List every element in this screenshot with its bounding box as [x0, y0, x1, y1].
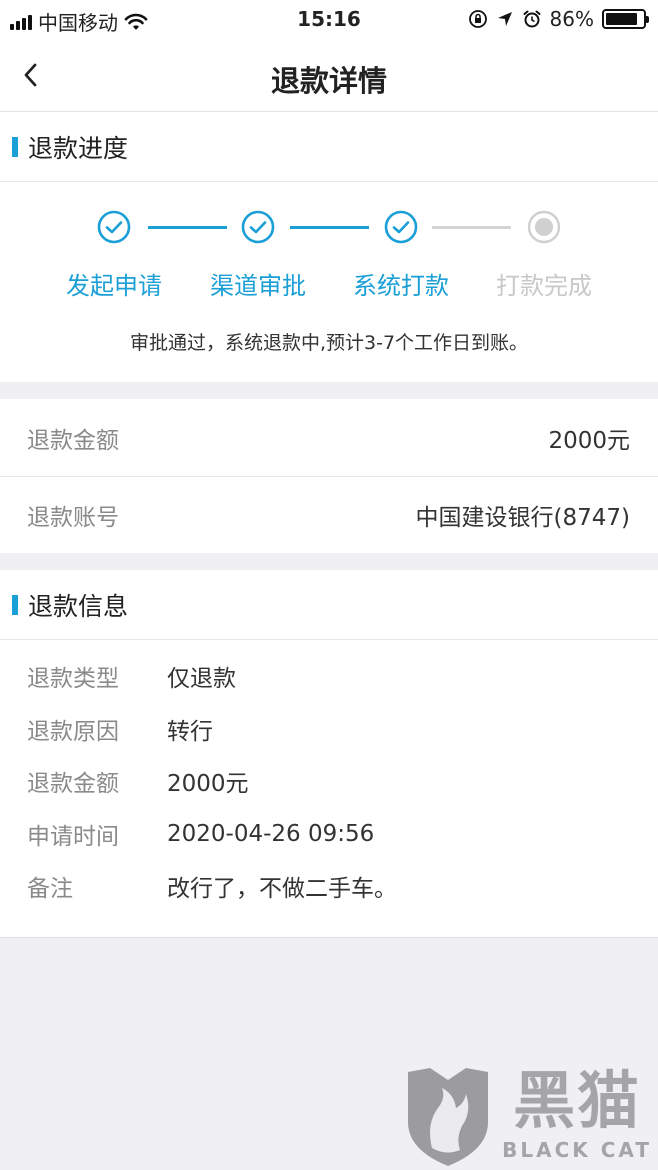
info-reason-label: 退款原因 — [27, 718, 119, 745]
watermark-cn: 黑猫 — [513, 1064, 642, 1137]
battery-fill — [606, 13, 637, 25]
progress-section: 退款进度 发起申请 渠道审批 系统打款 打款完成 审批通过，系统退款中,预计3-… — [0, 112, 658, 382]
watermark: 黑猫 BLACK CAT — [402, 1064, 652, 1168]
summary-account-label: 退款账号 — [27, 505, 119, 531]
watermark-en: BLACK CAT — [502, 1138, 652, 1162]
status-bar: 中国移动 15:16 86% — [0, 0, 658, 40]
step-4-label: 打款完成 — [496, 272, 592, 300]
progress-section-header: 退款进度 — [0, 112, 658, 182]
battery-percent: 86% — [549, 7, 594, 31]
info-type-label: 退款类型 — [27, 666, 119, 693]
summary-row-account: 退款账号 中国建设银行(8747) — [0, 476, 658, 553]
progress-status-text: 审批通过，系统退款中,预计3-7个工作日到账。 — [129, 332, 529, 354]
location-arrow-icon — [497, 12, 512, 26]
info-note-value: 改行了，不做二手车。 — [167, 876, 397, 903]
info-amount-label: 退款金额 — [27, 771, 119, 798]
step-3-check-icon — [384, 210, 418, 244]
info-row-reason: 退款原因 转行 — [0, 703, 658, 756]
info-time-value: 2020-04-26 09:56 — [167, 820, 375, 847]
info-section-header: 退款信息 — [0, 570, 658, 640]
watermark-text: 黑猫 BLACK CAT — [502, 1064, 652, 1163]
progress-line-1 — [148, 226, 227, 229]
progress-section-title: 退款进度 — [28, 133, 129, 163]
status-right: 86% — [468, 7, 649, 31]
summary-section: 退款金额 2000元 退款账号 中国建设银行(8747) — [0, 399, 658, 553]
info-row-note: 备注 改行了，不做二手车。 — [0, 860, 658, 913]
summary-account-value: 中国建设银行(8747) — [415, 505, 630, 531]
step-1-check-icon — [97, 210, 131, 244]
info-section-title: 退款信息 — [28, 591, 129, 621]
page-title: 退款详情 — [270, 64, 387, 98]
nav-bar: 退款详情 — [0, 40, 658, 112]
summary-amount-value: 2000元 — [548, 427, 630, 454]
info-note-label: 备注 — [27, 876, 73, 903]
info-section: 退款信息 退款类型 仅退款 退款原因 转行 退款金额 2000元 申请时间 20… — [0, 570, 658, 938]
black-cat-shield-icon — [408, 1068, 489, 1166]
orientation-lock-icon — [468, 10, 487, 28]
step-3-label: 系统打款 — [353, 272, 449, 300]
step-2-label: 渠道审批 — [210, 272, 306, 300]
section-marker — [12, 136, 18, 157]
battery-icon — [602, 9, 649, 29]
info-reason-value: 转行 — [167, 718, 213, 745]
summary-row-amount: 退款金额 2000元 — [0, 399, 658, 476]
progress-line-2 — [290, 226, 369, 229]
summary-amount-label: 退款金额 — [27, 427, 119, 454]
alarm-icon — [523, 10, 541, 28]
progress-tracker: 发起申请 渠道审批 系统打款 打款完成 审批通过，系统退款中,预计3-7个工作日… — [0, 182, 658, 382]
info-time-label: 申请时间 — [27, 823, 119, 850]
info-type-value: 仅退款 — [167, 666, 236, 693]
info-amount-value: 2000元 — [167, 771, 249, 798]
chevron-left-icon — [24, 63, 37, 87]
info-list: 退款类型 仅退款 退款原因 转行 退款金额 2000元 申请时间 2020-04… — [0, 640, 658, 938]
info-row-type: 退款类型 仅退款 — [0, 650, 658, 703]
info-row-time: 申请时间 2020-04-26 09:56 — [0, 808, 658, 861]
progress-line-3 — [432, 226, 511, 229]
step-2-check-icon — [241, 210, 275, 244]
section-marker — [12, 594, 18, 615]
step-4-pending-icon — [527, 210, 561, 244]
step-1-label: 发起申请 — [66, 272, 162, 300]
info-row-amount: 退款金额 2000元 — [0, 755, 658, 808]
back-button[interactable] — [22, 60, 52, 90]
